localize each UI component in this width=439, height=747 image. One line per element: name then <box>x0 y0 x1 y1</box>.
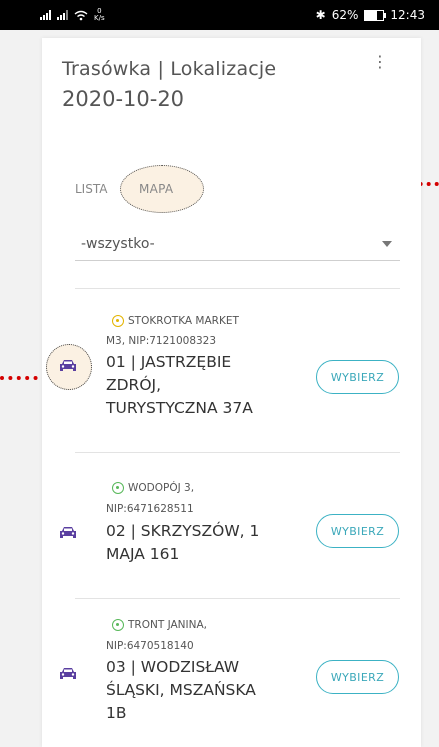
status-right: ✱ 62% 12:43 <box>316 8 425 22</box>
address-line: 03 | WODZISŁAW <box>106 658 240 676</box>
item-name-line2: M3, NIP:7121008323 <box>106 335 217 347</box>
item-name: STOKROTKA MARKET <box>128 315 239 327</box>
annotation-line-car <box>0 376 46 380</box>
address-line: ŚLĄSKI, MSZAŃSKA <box>106 681 256 699</box>
bluetooth-icon: ✱ <box>315 8 326 22</box>
select-button[interactable]: WYBIERZ <box>316 660 399 694</box>
net-speed: 0 K/s <box>94 8 105 22</box>
select-button[interactable]: WYBIERZ <box>316 514 399 548</box>
net-speed-unit: K/s <box>94 14 105 22</box>
item-name-line2: NIP:6470518140 <box>106 640 194 652</box>
chevron-down-icon <box>382 241 392 247</box>
signal-icon-2 <box>57 10 68 20</box>
car-icon <box>60 360 76 371</box>
filter-value: -wszystko- <box>81 236 155 252</box>
content-card: Trasówka | Lokalizacje 2020-10-20 ⋮ LIST… <box>42 38 421 747</box>
tab-lista[interactable]: LISTA <box>75 182 107 196</box>
address-line: TURYSTYCZNA 37A <box>106 399 253 417</box>
clock: 12:43 <box>390 8 425 22</box>
wifi-icon <box>74 10 88 20</box>
item-address: 03 | WODZISŁAW ŚLĄSKI, MSZAŃSKA 1B <box>106 656 296 725</box>
address-line: ZDRÓJ, <box>106 376 162 394</box>
status-left: 0 K/s <box>40 8 105 22</box>
address-line: 1B <box>106 704 127 722</box>
filter-select[interactable]: -wszystko- <box>75 228 400 261</box>
page-date: 2020-10-20 <box>62 87 185 111</box>
page-title: Trasówka | Lokalizacje <box>62 58 277 80</box>
status-bar: 0 K/s ✱ 62% 12:43 <box>0 0 439 30</box>
address-line: 02 | SKRZYSZÓW, 1 <box>106 522 260 540</box>
car-icon <box>60 527 76 538</box>
divider <box>75 598 400 599</box>
divider <box>75 288 400 289</box>
item-name-line2: NIP:6471628511 <box>106 503 194 515</box>
item-name: TRONT JANINA, <box>128 619 208 631</box>
divider <box>75 452 400 453</box>
more-menu-icon[interactable]: ⋮ <box>372 52 388 72</box>
item-name: WODOPÓJ 3, <box>128 482 195 494</box>
tab-mapa[interactable]: MAPA <box>139 182 173 196</box>
car-icon <box>60 668 76 679</box>
location-pin-icon <box>112 619 124 631</box>
address-line: 01 | JASTRZĘBIE <box>106 353 232 371</box>
address-line: MAJA 161 <box>106 545 180 563</box>
location-pin-icon <box>112 482 124 494</box>
battery-icon <box>364 9 387 21</box>
select-button[interactable]: WYBIERZ <box>316 360 399 394</box>
page: Trasówka | Lokalizacje 2020-10-20 ⋮ LIST… <box>0 30 439 747</box>
item-address: 02 | SKRZYSZÓW, 1 MAJA 161 <box>106 520 296 566</box>
battery-percent: 62% <box>331 8 359 22</box>
item-address: 01 | JASTRZĘBIE ZDRÓJ, TURYSTYCZNA 37A <box>106 351 296 420</box>
location-pin-icon <box>112 315 124 327</box>
signal-icon <box>40 10 51 20</box>
